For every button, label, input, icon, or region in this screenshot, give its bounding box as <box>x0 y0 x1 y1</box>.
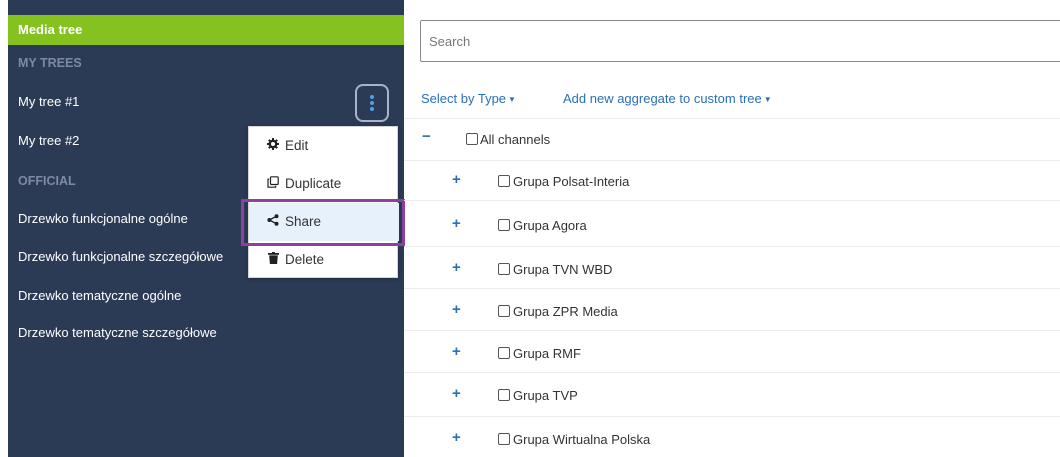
checkbox-all-channels[interactable] <box>466 133 478 145</box>
menu-item-delete-label: Delete <box>285 252 325 267</box>
divider <box>404 416 1060 417</box>
row-label: Grupa Wirtualna Polska <box>513 432 651 447</box>
checkbox-group[interactable] <box>498 175 510 187</box>
divider <box>404 200 1060 201</box>
caret-down-icon: ▼ <box>763 95 772 105</box>
tree-row-all-channels: − All channels <box>404 120 1060 158</box>
row-label: Grupa Agora <box>513 218 587 233</box>
caret-down-icon: ▼ <box>508 95 516 105</box>
expand-icon[interactable]: + <box>452 385 461 402</box>
row-label: Grupa TVN WBD <box>513 262 613 277</box>
menu-item-edit[interactable]: Edit <box>249 127 399 165</box>
divider <box>404 160 1060 161</box>
divider <box>404 330 1060 331</box>
checkbox-group[interactable] <box>498 305 510 317</box>
media-tree-header[interactable]: Media tree <box>8 15 404 45</box>
copy-icon <box>265 165 281 203</box>
expand-icon[interactable]: + <box>452 429 461 446</box>
expand-icon[interactable]: + <box>452 343 461 360</box>
select-by-type-label: Select by Type <box>421 91 507 106</box>
menu-item-duplicate-label: Duplicate <box>285 176 342 191</box>
checkbox-group[interactable] <box>498 263 510 275</box>
tree-row-group: + Grupa TVP <box>404 376 1060 414</box>
row-label: Grupa Polsat-Interia <box>513 174 630 189</box>
menu-item-edit-label: Edit <box>285 138 309 153</box>
checkbox-group[interactable] <box>498 389 510 401</box>
expand-icon[interactable]: + <box>452 171 461 188</box>
divider <box>404 246 1060 247</box>
sidebar-item-official-4[interactable]: Drzewko tematyczne szczegółowe <box>8 318 404 348</box>
divider <box>404 118 1060 119</box>
share-highlight-box <box>241 199 405 246</box>
row-label: Grupa ZPR Media <box>513 304 618 319</box>
tree-options-button[interactable] <box>355 84 389 122</box>
add-aggregate-dropdown[interactable]: Add new aggregate to custom tree ▼ <box>563 91 772 106</box>
expand-icon[interactable]: + <box>452 215 461 232</box>
expand-icon[interactable]: + <box>452 259 461 276</box>
expand-icon[interactable]: + <box>452 301 461 318</box>
menu-item-duplicate[interactable]: Duplicate <box>249 165 399 203</box>
section-my-trees: MY TREES <box>18 56 82 70</box>
sidebar-item-official-3[interactable]: Drzewko tematyczne ogólne <box>8 281 404 311</box>
tree-row-group: + Grupa Polsat-Interia <box>404 162 1060 200</box>
trash-icon <box>265 241 281 279</box>
collapse-icon[interactable]: − <box>422 128 431 145</box>
section-official: OFFICIAL <box>18 174 76 188</box>
row-label: Grupa TVP <box>513 388 578 403</box>
divider <box>404 288 1060 289</box>
tree-row-group: + Grupa RMF <box>404 334 1060 372</box>
row-label: Grupa RMF <box>513 346 581 361</box>
kebab-icon <box>370 95 374 113</box>
divider <box>404 372 1060 373</box>
gear-icon <box>265 127 281 165</box>
tree-row-group: + Grupa TVN WBD <box>404 250 1060 288</box>
add-aggregate-label: Add new aggregate to custom tree <box>563 91 762 106</box>
checkbox-group[interactable] <box>498 219 510 231</box>
checkbox-group[interactable] <box>498 433 510 445</box>
tree-row-group: + Grupa Wirtualna Polska <box>404 420 1060 457</box>
menu-item-delete[interactable]: Delete <box>249 241 399 279</box>
tree-row-group: + Grupa Agora <box>404 206 1060 244</box>
row-label: All channels <box>480 132 551 147</box>
sidebar-item-my-tree-1[interactable]: My tree #1 <box>8 87 404 117</box>
select-by-type-dropdown[interactable]: Select by Type ▼ <box>421 91 516 106</box>
tree-row-group: + Grupa ZPR Media <box>404 292 1060 330</box>
checkbox-group[interactable] <box>498 347 510 359</box>
search-input[interactable] <box>420 20 1060 62</box>
